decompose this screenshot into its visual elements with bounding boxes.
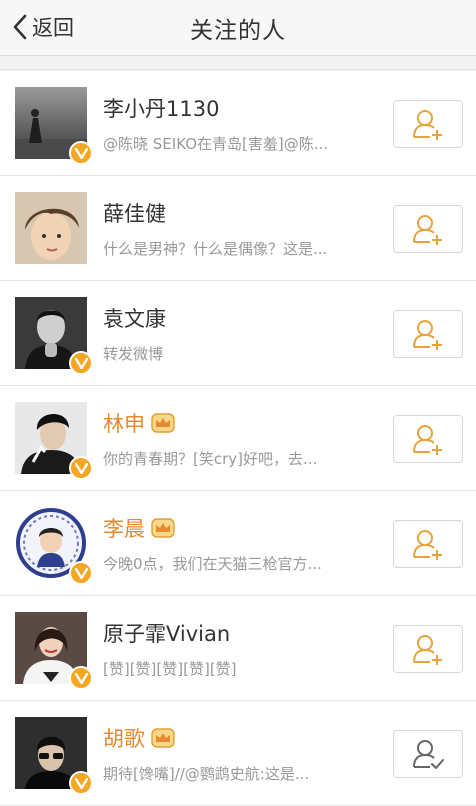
follow-button[interactable] — [393, 100, 463, 148]
user-row[interactable]: 胡歌 期待[馋嘴]//@鹦鹉史航:这是... — [0, 701, 476, 806]
user-description: 今晚0点，我们在天猫三枪官方... — [103, 555, 322, 573]
user-description: [赞][赞][赞][赞][赞] — [103, 660, 237, 678]
user-description: @陈晓 SEIKO在青岛[害羞]@陈... — [103, 135, 329, 153]
follow-button[interactable] — [393, 205, 463, 253]
following-list: 李小丹1130 @陈晓 SEIKO在青岛[害羞]@陈... 薛佳健 什么是男神？… — [0, 71, 476, 806]
avatar[interactable] — [15, 87, 93, 165]
verified-badge-icon — [69, 666, 93, 690]
avatar[interactable] — [15, 402, 93, 480]
user-description: 期待[馋嘴]//@鹦鹉史航:这是... — [103, 765, 310, 783]
user-row[interactable]: 原子霏Vivian [赞][赞][赞][赞][赞] — [0, 596, 476, 701]
user-name[interactable]: 原子霏Vivian — [103, 618, 230, 648]
avatar[interactable] — [15, 192, 87, 264]
verified-badge-icon — [69, 351, 93, 375]
user-description: 你的青春期？[笑cry]好吧，去... — [103, 450, 318, 468]
user-plus-icon — [413, 320, 442, 350]
vip-crown-icon — [151, 728, 175, 748]
user-name[interactable]: 薛佳健 — [103, 198, 166, 228]
user-name[interactable]: 袁文康 — [103, 303, 166, 333]
navigation-bar: 返回 关注的人 — [0, 0, 476, 56]
following-button[interactable] — [393, 730, 463, 778]
user-name[interactable]: 李小丹1130 — [103, 93, 219, 123]
user-plus-icon — [413, 110, 442, 140]
verified-badge-icon — [69, 141, 93, 165]
follow-button[interactable] — [393, 520, 463, 568]
avatar[interactable] — [15, 507, 93, 585]
avatar[interactable] — [15, 612, 93, 690]
follow-button[interactable] — [393, 625, 463, 673]
vip-crown-icon — [151, 413, 175, 433]
user-description: 什么是男神？什么是偶像？这是... — [103, 240, 328, 258]
user-plus-icon — [413, 530, 442, 560]
user-row[interactable]: 袁文康 转发微博 — [0, 281, 476, 386]
user-name[interactable]: 李晨 — [103, 513, 145, 543]
page-title: 关注的人 — [190, 18, 286, 44]
verified-badge-icon — [69, 771, 93, 795]
user-plus-icon — [413, 425, 442, 455]
vip-crown-icon — [151, 518, 175, 538]
user-row[interactable]: 薛佳健 什么是男神？什么是偶像？这是... — [0, 176, 476, 281]
follow-button[interactable] — [393, 415, 463, 463]
user-description: 转发微博 — [103, 345, 164, 363]
user-row[interactable]: 李晨 今晚0点，我们在天猫三枪官方... — [0, 491, 476, 596]
list-top-spacer — [0, 56, 476, 70]
user-check-icon — [413, 740, 444, 769]
user-row[interactable]: 李小丹1130 @陈晓 SEIKO在青岛[害羞]@陈... — [0, 71, 476, 176]
user-name[interactable]: 胡歌 — [103, 723, 145, 753]
verified-badge-icon — [69, 456, 93, 480]
user-plus-icon — [413, 215, 442, 245]
user-row[interactable]: 林申 你的青春期？[笑cry]好吧，去... — [0, 386, 476, 491]
follow-button[interactable] — [393, 310, 463, 358]
user-name[interactable]: 林申 — [103, 408, 145, 438]
avatar[interactable] — [15, 717, 93, 795]
verified-badge-icon — [69, 561, 93, 585]
user-plus-icon — [413, 635, 442, 665]
avatar[interactable] — [15, 297, 93, 375]
